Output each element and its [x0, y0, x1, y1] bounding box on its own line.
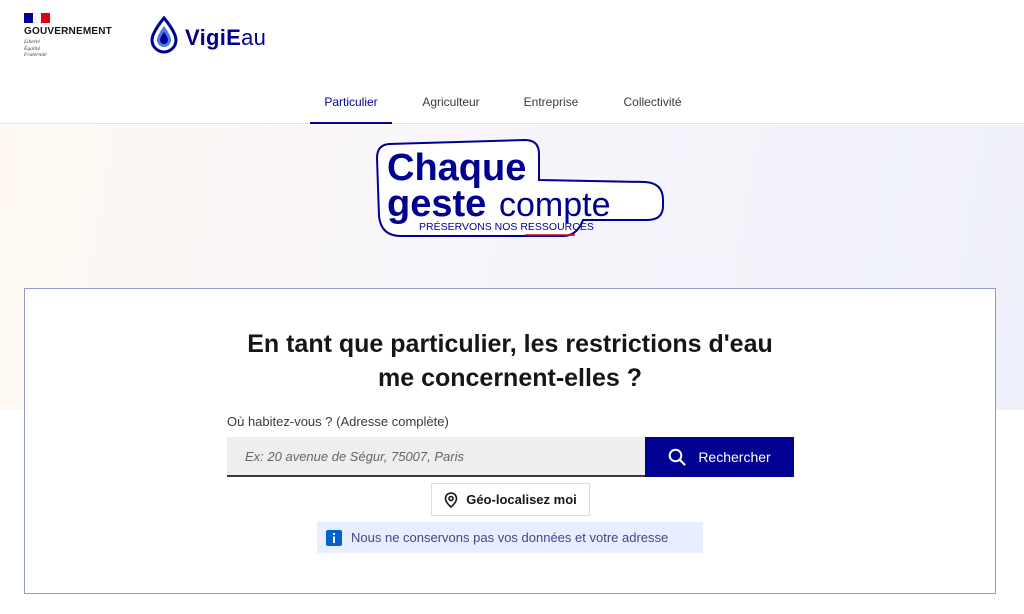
- water-drop-icon: [149, 15, 179, 59]
- geolocate-button-label: Géo-localisez moi: [466, 492, 577, 507]
- main-nav: Particulier Agriculteur Entreprise Colle…: [0, 80, 1024, 124]
- tab-entreprise[interactable]: Entreprise: [515, 80, 587, 124]
- geolocate-button[interactable]: Géo-localisez moi: [431, 483, 590, 516]
- tab-collectivite[interactable]: Collectivité: [612, 80, 693, 124]
- privacy-notice: Nous ne conservons pas vos données et vo…: [317, 522, 703, 553]
- privacy-notice-text: Nous ne conservons pas vos données et vo…: [351, 530, 669, 545]
- header: GOUVERNEMENT Liberté Égalité Fraternité …: [0, 0, 1024, 80]
- gouvernement-logo[interactable]: GOUVERNEMENT Liberté Égalité Fraternité: [24, 13, 124, 59]
- gov-motto: Liberté Égalité Fraternité: [24, 39, 47, 58]
- campaign-line2-light: compte: [499, 186, 611, 224]
- brand-name: VigiEau: [185, 24, 267, 50]
- info-icon: [326, 529, 342, 546]
- search-icon: [668, 448, 686, 466]
- search-button-label: Rechercher: [698, 449, 771, 465]
- address-search-input[interactable]: [227, 437, 645, 477]
- page-title: En tant que particulier, les restriction…: [247, 330, 773, 392]
- campaign-logo: Chaque geste compte PRÉSERVONS NOS RESSO…: [375, 138, 665, 240]
- french-flag-icon: [24, 13, 51, 23]
- location-pin-icon: [444, 491, 458, 508]
- vigieau-brand[interactable]: VigiEau: [149, 15, 267, 59]
- tab-particulier[interactable]: Particulier: [310, 80, 392, 124]
- campaign-line2-bold: geste: [387, 183, 486, 225]
- address-label: Où habitez-vous ? (Adresse complète): [227, 414, 449, 429]
- campaign-tagline: PRÉSERVONS NOS RESSOURCES: [419, 220, 594, 233]
- tab-agriculteur[interactable]: Agriculteur: [412, 80, 490, 124]
- gov-name: GOUVERNEMENT: [24, 26, 112, 37]
- search-card: En tant que particulier, les restriction…: [24, 288, 996, 594]
- search-button[interactable]: Rechercher: [645, 437, 794, 477]
